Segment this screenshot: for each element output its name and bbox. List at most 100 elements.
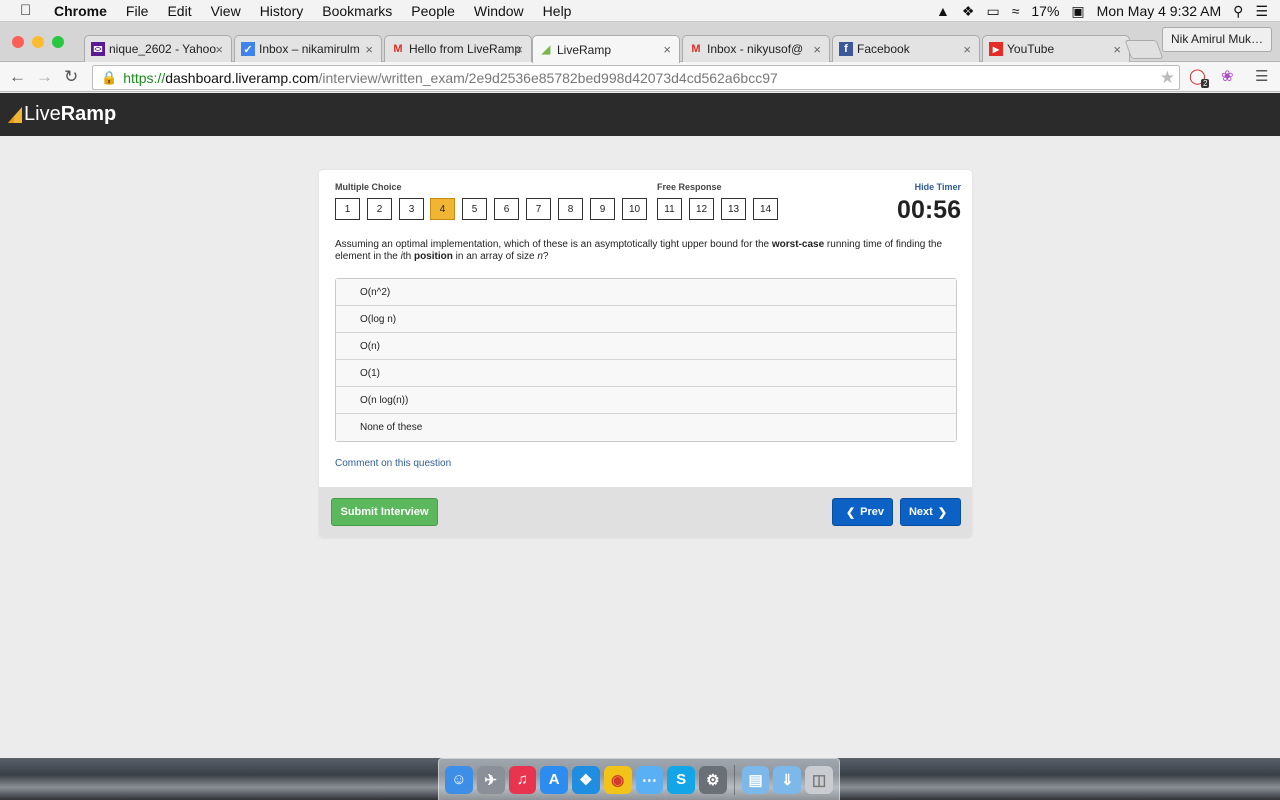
launchpad-icon[interactable]: ✈: [476, 765, 505, 794]
menu-file[interactable]: File: [126, 3, 149, 19]
close-tab-icon[interactable]: ×: [365, 42, 373, 57]
zoom-window-icon[interactable]: [52, 36, 64, 48]
logo-text-bold: Ramp: [60, 103, 117, 125]
messages-icon[interactable]: ⋯: [635, 765, 664, 794]
downloads-folder-icon[interactable]: ⇓: [773, 765, 802, 794]
close-window-icon[interactable]: [12, 36, 24, 48]
menu-bookmarks[interactable]: Bookmarks: [322, 3, 392, 19]
question-nav-11[interactable]: 11: [657, 198, 682, 220]
chrome-icon[interactable]: ◉: [603, 765, 632, 794]
question-text: Assuming an optimal implementation, whic…: [335, 239, 943, 262]
liveramp-logo-icon: [8, 106, 22, 123]
tab-youtube[interactable]: ▶ YouTube ×: [982, 35, 1130, 62]
trash-icon[interactable]: ◫: [805, 765, 833, 794]
liveramp-logo[interactable]: Live Ramp: [8, 103, 116, 126]
tab-title: nique_2602 - Yahoo: [109, 42, 216, 56]
hide-timer-link[interactable]: Hide Timer: [915, 182, 961, 192]
comment-link[interactable]: Comment on this question: [335, 458, 451, 469]
question-nav-10[interactable]: 10: [622, 198, 647, 220]
question-nav-8[interactable]: 8: [558, 198, 583, 220]
menu-app-name[interactable]: Chrome: [54, 3, 107, 19]
prev-label: Prev: [860, 506, 885, 518]
documents-folder-icon[interactable]: ▤: [741, 765, 770, 794]
skype-icon[interactable]: S: [667, 765, 695, 794]
menu-edit[interactable]: Edit: [167, 3, 191, 19]
question-nav-1[interactable]: 1: [335, 198, 360, 220]
address-bar[interactable]: 🔒 https:// dashboard.liveramp.com /inter…: [92, 65, 1180, 90]
next-button[interactable]: Next ❯: [900, 498, 961, 526]
app-store-icon[interactable]: A: [540, 765, 568, 794]
answer-option[interactable]: O(1): [336, 360, 956, 387]
youtube-icon: ▶: [989, 42, 1003, 56]
battery-percent[interactable]: 17%: [1031, 3, 1059, 19]
next-label: Next: [908, 506, 933, 518]
logo-text-light: Live: [24, 103, 61, 125]
question-nav-9[interactable]: 9: [590, 198, 615, 220]
tab-title: YouTube: [1007, 42, 1055, 56]
forward-arrow-icon[interactable]: →: [36, 67, 53, 87]
extension-puzzle-icon[interactable]: ❀: [1221, 67, 1234, 85]
new-tab-button[interactable]: [1124, 40, 1164, 59]
chevron-left-icon: ❮: [845, 506, 856, 519]
tab-facebook[interactable]: f Facebook ×: [832, 35, 980, 62]
dropbox-icon[interactable]: ❖: [962, 3, 975, 20]
dock-separator: [733, 764, 735, 795]
close-tab-icon[interactable]: ×: [963, 42, 971, 57]
liveramp-icon: ◢: [541, 44, 551, 56]
google-drive-icon[interactable]: ▲: [936, 3, 950, 19]
close-tab-icon[interactable]: ×: [215, 42, 223, 57]
reload-icon[interactable]: ↻: [64, 67, 78, 87]
free-response-label: Free Response: [657, 182, 722, 192]
profile-button[interactable]: Nik Amirul Muk…: [1161, 27, 1272, 52]
answer-option[interactable]: None of these: [336, 414, 956, 441]
battery-icon[interactable]: ▣: [1071, 3, 1084, 20]
question-nav-2[interactable]: 2: [367, 198, 392, 220]
question-nav-6[interactable]: 6: [494, 198, 519, 220]
question-nav-5[interactable]: 5: [462, 198, 487, 220]
bookmark-star-icon[interactable]: ★: [1160, 68, 1175, 88]
menu-help[interactable]: Help: [543, 3, 572, 19]
question-nav-4[interactable]: 4: [430, 198, 455, 220]
wifi-icon[interactable]: ≈: [1012, 3, 1020, 19]
question-nav-13[interactable]: 13: [721, 198, 746, 220]
tab-inbox-nikamirul[interactable]: ✓ Inbox – nikamirulm ×: [234, 35, 382, 62]
tab-title: Inbox - nikyusof@: [707, 42, 804, 56]
chrome-menu-icon[interactable]: ☰: [1255, 67, 1268, 85]
minimize-window-icon[interactable]: [32, 36, 44, 48]
spotlight-search-icon[interactable]: ⚲: [1233, 3, 1243, 20]
question-nav-14[interactable]: 14: [753, 198, 778, 220]
menu-view[interactable]: View: [211, 3, 241, 19]
question-nav-3[interactable]: 3: [399, 198, 424, 220]
answer-option[interactable]: O(n log(n)): [336, 387, 956, 414]
prev-button[interactable]: ❮ Prev: [832, 498, 893, 526]
close-tab-icon[interactable]: ×: [663, 42, 671, 57]
close-tab-icon[interactable]: ×: [515, 42, 523, 57]
apple-icon[interactable]: : [20, 2, 36, 19]
close-tab-icon[interactable]: ×: [1113, 42, 1121, 57]
notification-center-icon[interactable]: ☰: [1255, 3, 1268, 20]
safari-icon[interactable]: ❖: [572, 765, 600, 794]
submit-interview-button[interactable]: Submit Interview: [331, 498, 438, 526]
close-tab-icon[interactable]: ×: [813, 42, 821, 57]
answer-option[interactable]: O(n): [336, 333, 956, 360]
question-nav-12[interactable]: 12: [689, 198, 714, 220]
menu-window[interactable]: Window: [474, 3, 524, 19]
tab-title: Facebook: [857, 42, 910, 56]
airplay-icon[interactable]: ▭: [986, 3, 999, 20]
tab-liveramp[interactable]: ◢ LiveRamp ×: [532, 35, 680, 63]
back-arrow-icon[interactable]: ←: [9, 67, 26, 87]
window-controls: [12, 36, 64, 48]
tab-hello-from-liveramp[interactable]: M Hello from LiveRamp ×: [384, 35, 532, 62]
url-scheme: https://: [123, 69, 166, 86]
clock[interactable]: Mon May 4 9:32 AM: [1097, 3, 1222, 19]
menu-history[interactable]: History: [260, 3, 304, 19]
itunes-icon[interactable]: ♫: [508, 765, 537, 794]
system-preferences-icon[interactable]: ⚙: [699, 765, 727, 794]
menu-people[interactable]: People: [411, 3, 455, 19]
tab-inbox-nikyusof[interactable]: M Inbox - nikyusof@ ×: [682, 35, 830, 62]
tab-yahoo-mail[interactable]: ✉ nique_2602 - Yahoo ×: [84, 35, 232, 62]
answer-option[interactable]: O(n^2): [336, 279, 956, 306]
answer-option[interactable]: O(log n): [336, 306, 956, 333]
question-nav-7[interactable]: 7: [526, 198, 551, 220]
finder-icon[interactable]: ☺: [445, 765, 473, 794]
